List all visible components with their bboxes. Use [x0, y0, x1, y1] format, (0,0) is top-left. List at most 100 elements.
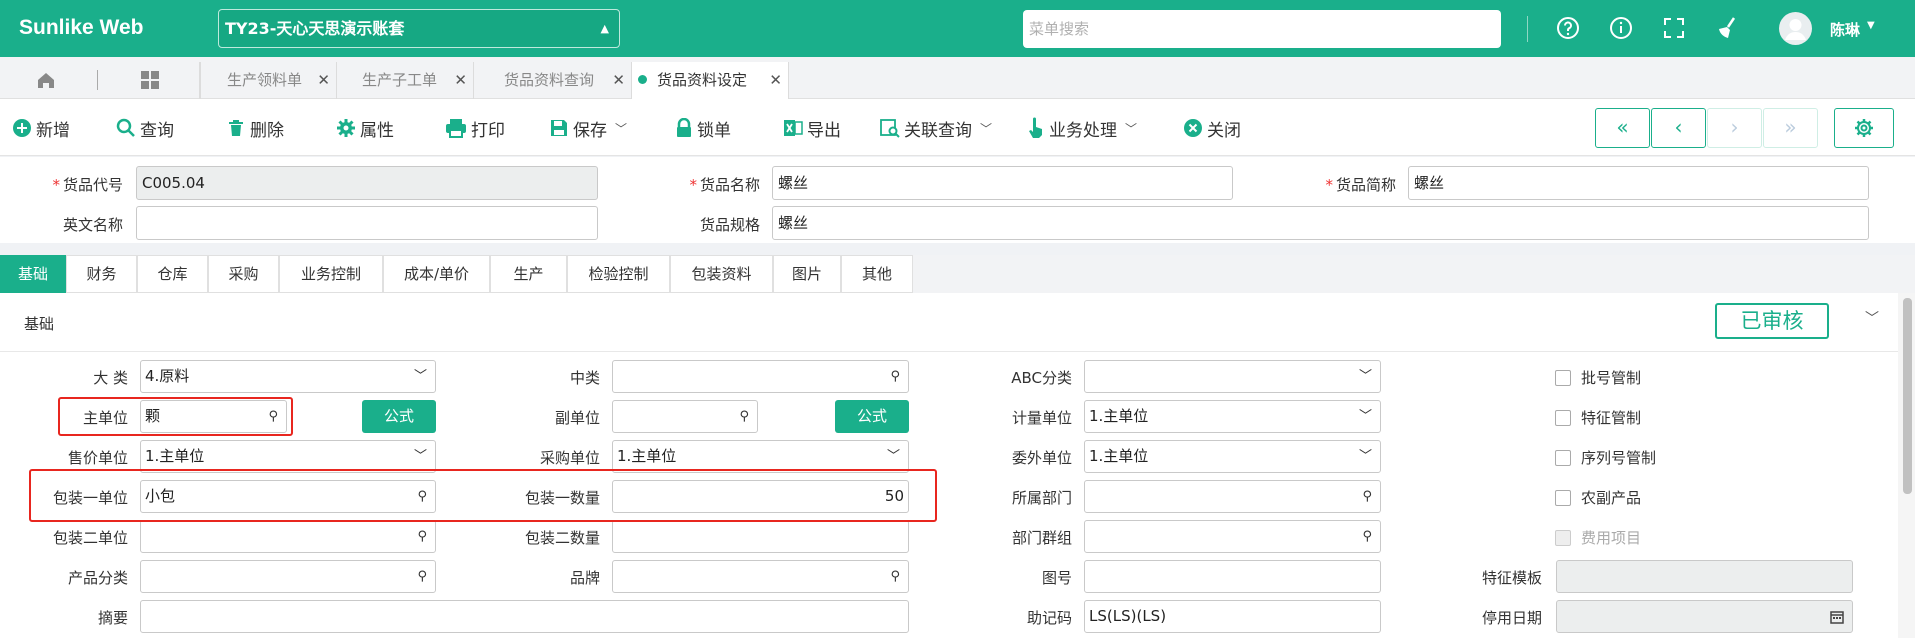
caret-down-icon[interactable]: ▼ — [1867, 20, 1875, 31]
calendar-icon[interactable] — [1830, 601, 1844, 632]
big-class-select[interactable]: 4.原料 ﹀ — [140, 360, 436, 393]
search-icon[interactable]: ⚲ — [1362, 481, 1372, 512]
outsource-unit-label: 委外单位 — [1011, 449, 1072, 467]
summary-label: 摘要 — [97, 609, 128, 627]
expense-item-checkbox[interactable]: 费用项目 — [1555, 527, 1641, 548]
close-icon[interactable]: ✕ — [317, 62, 330, 98]
pack2-qty-field[interactable] — [612, 520, 909, 553]
section-title: 基础 — [24, 315, 55, 333]
stop-date-field[interactable] — [1556, 600, 1853, 633]
product-class-field[interactable]: ⚲ — [140, 560, 436, 593]
scrollbar-thumb[interactable] — [1903, 298, 1912, 494]
hand-pointer-icon — [1027, 117, 1045, 139]
related-query-button[interactable]: 关联查询 ﹀ — [880, 115, 992, 141]
tab-inspection[interactable]: 检验控制 — [567, 255, 670, 293]
brand-field[interactable]: ⚲ — [612, 560, 909, 593]
tab-packaging[interactable]: 包装资料 — [670, 255, 773, 293]
pack2-unit-field[interactable]: ⚲ — [140, 520, 436, 553]
search-icon[interactable]: ⚲ — [890, 561, 900, 592]
en-name-field[interactable] — [136, 206, 598, 240]
avatar[interactable] — [1779, 12, 1812, 45]
tab-images[interactable]: 图片 — [773, 255, 841, 293]
mnemonic-label: 助记码 — [1026, 609, 1072, 627]
mnemonic-field[interactable]: LS(LS)(LS) — [1084, 600, 1381, 633]
tab-item-query[interactable]: 货品资料查询 ✕ — [474, 62, 632, 99]
tab-cost-price[interactable]: 成本/单价 — [383, 255, 490, 293]
serial-control-checkbox[interactable]: 序列号管制 — [1555, 447, 1656, 468]
export-button[interactable]: 导出 — [783, 115, 841, 141]
tab-business-control[interactable]: 业务控制 — [279, 255, 383, 293]
property-label: 属性 — [360, 120, 394, 141]
business-button[interactable]: 业务处理 ﹀ — [1027, 115, 1137, 141]
feature-template-label: 特征模板 — [1481, 569, 1542, 587]
search-icon[interactable]: ⚲ — [890, 361, 900, 392]
outsource-unit-select[interactable]: 1.主单位 ﹀ — [1084, 440, 1381, 473]
user-name[interactable]: 陈琳 — [1830, 19, 1860, 40]
close-icon[interactable]: ✕ — [769, 62, 782, 98]
spec-field[interactable]: 螺丝 — [772, 206, 1869, 240]
home-icon — [38, 73, 54, 88]
property-button[interactable]: 属性 — [336, 115, 394, 141]
item-code-field[interactable]: C005.04 — [136, 166, 598, 200]
close-icon[interactable]: ✕ — [612, 62, 625, 98]
tab-basic[interactable]: 基础 — [0, 255, 66, 293]
main-formula-button[interactable]: 公式 — [362, 400, 436, 433]
tab-other[interactable]: 其他 — [841, 255, 913, 293]
home-tab[interactable] — [0, 62, 95, 99]
apps-tab[interactable] — [100, 62, 200, 99]
menu-search-input[interactable] — [1023, 10, 1501, 48]
search-icon[interactable]: ⚲ — [1362, 521, 1372, 552]
last-record-button[interactable]: » — [1763, 108, 1818, 148]
close-icon[interactable]: ✕ — [454, 62, 467, 98]
tab-sub-work-order[interactable]: 生产子工单 ✕ — [337, 62, 474, 99]
summary-field[interactable] — [140, 600, 909, 633]
print-button[interactable]: 打印 — [445, 115, 505, 141]
first-record-button[interactable]: « — [1595, 108, 1650, 148]
tab-purchase[interactable]: 采购 — [208, 255, 279, 293]
add-button[interactable]: 新增 — [12, 115, 70, 141]
chevron-down-icon[interactable]: ﹀ — [615, 120, 627, 137]
sub-unit-field[interactable]: ⚲ — [612, 400, 758, 433]
floppy-icon — [549, 118, 569, 138]
close-button[interactable]: 关闭 — [1183, 115, 1241, 141]
account-selector[interactable]: TY23-天心天思演示账套 ▲ — [218, 9, 620, 48]
dept-group-field[interactable]: ⚲ — [1084, 520, 1381, 553]
tab-finance[interactable]: 财务 — [66, 255, 137, 293]
feature-template-field[interactable] — [1556, 560, 1853, 593]
query-label: 查询 — [140, 120, 174, 141]
calc-unit-select[interactable]: 1.主单位 ﹀ — [1084, 400, 1381, 433]
tab-production[interactable]: 生产 — [490, 255, 567, 293]
tab-warehouse[interactable]: 仓库 — [137, 255, 208, 293]
tab-item-setup[interactable]: 货品资料设定 ✕ — [632, 62, 789, 99]
active-dot-icon — [638, 75, 647, 84]
feature-control-checkbox[interactable]: 特征管制 — [1555, 407, 1641, 428]
big-class-label: 大 类 — [93, 369, 128, 387]
chevron-down-icon[interactable]: ﹀ — [980, 120, 992, 137]
fullscreen-icon[interactable] — [1660, 14, 1688, 42]
prev-record-button[interactable]: ‹ — [1651, 108, 1706, 148]
agri-product-checkbox[interactable]: 农副产品 — [1555, 487, 1641, 508]
lock-button[interactable]: 锁单 — [675, 115, 731, 141]
settings-button[interactable] — [1834, 108, 1894, 148]
mid-class-field[interactable]: ⚲ — [612, 360, 909, 393]
sub-formula-button[interactable]: 公式 — [835, 400, 909, 433]
search-icon[interactable]: ⚲ — [417, 561, 427, 592]
help-icon[interactable] — [1554, 14, 1582, 42]
chevron-down-icon[interactable]: ﹀ — [1125, 120, 1137, 137]
abc-select[interactable]: ﹀ — [1084, 360, 1381, 393]
next-record-button[interactable]: › — [1707, 108, 1762, 148]
search-icon[interactable]: ⚲ — [739, 401, 749, 432]
drawing-field[interactable] — [1084, 560, 1381, 593]
item-short-field[interactable]: 螺丝 — [1408, 166, 1869, 200]
search-icon[interactable]: ⚲ — [417, 521, 427, 552]
dept-field[interactable]: ⚲ — [1084, 480, 1381, 513]
info-icon[interactable] — [1607, 14, 1635, 42]
item-name-field[interactable]: 螺丝 — [772, 166, 1233, 200]
broom-icon[interactable] — [1713, 14, 1741, 42]
delete-button[interactable]: 删除 — [226, 115, 284, 141]
batch-control-checkbox[interactable]: 批号管制 — [1555, 367, 1641, 388]
tab-material-issue[interactable]: 生产领料单 ✕ — [200, 62, 337, 99]
chevron-down-icon[interactable]: ﹀ — [1865, 308, 1879, 328]
save-button[interactable]: 保存 ﹀ — [549, 115, 627, 141]
query-button[interactable]: 查询 — [116, 115, 174, 141]
